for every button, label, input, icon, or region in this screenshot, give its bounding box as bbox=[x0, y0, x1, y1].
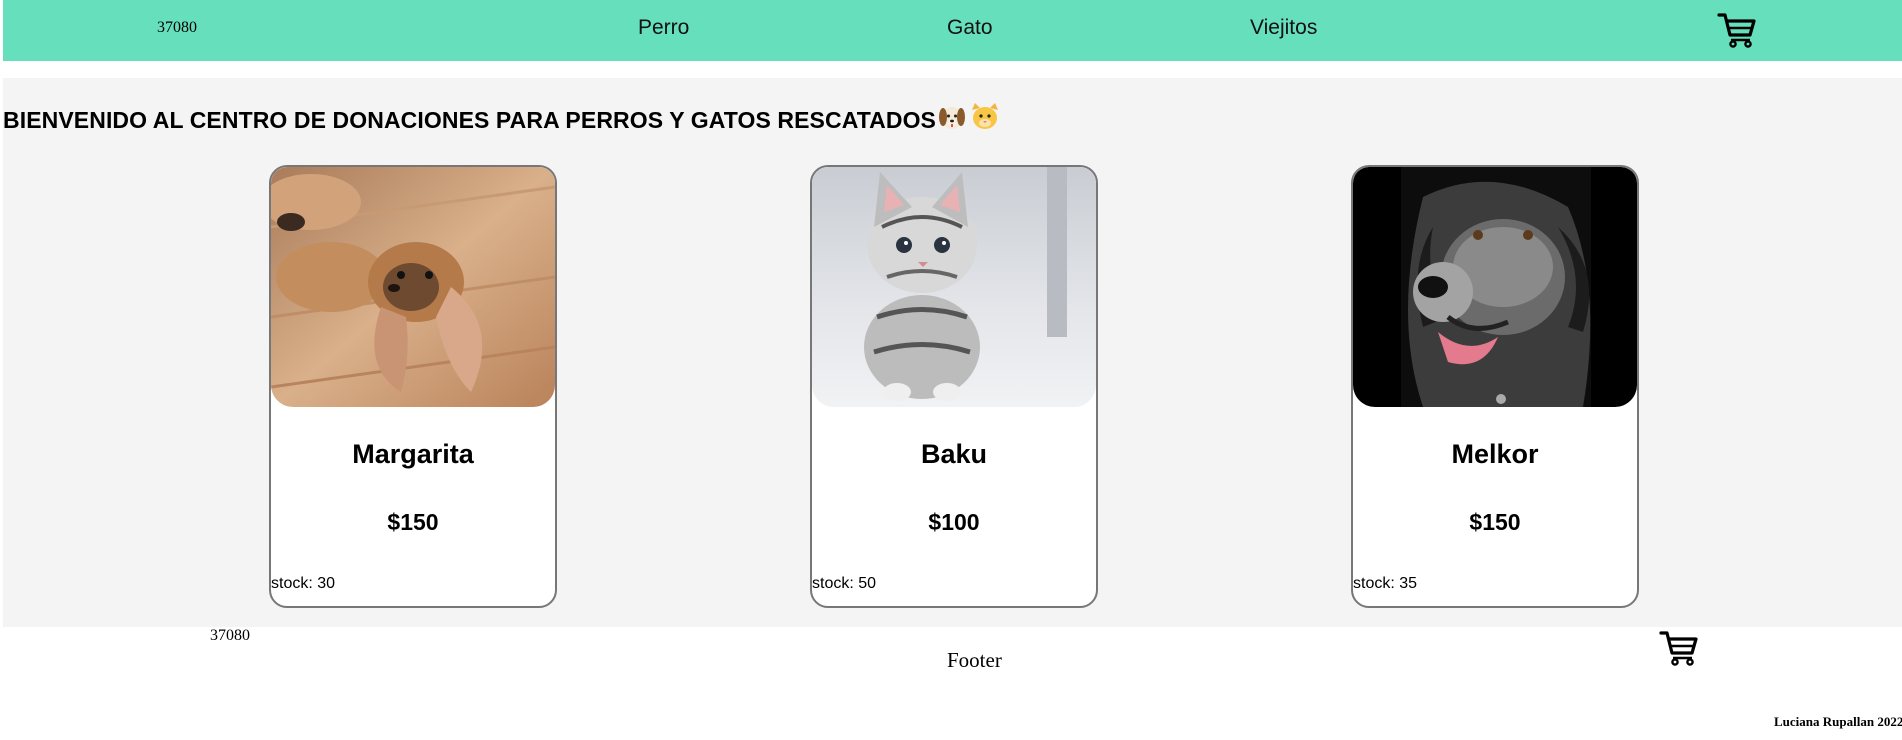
footer-logo[interactable]: 37080 bbox=[210, 627, 250, 645]
shopping-cart-icon[interactable] bbox=[1717, 12, 1757, 53]
nav-link-gato[interactable]: Gato bbox=[947, 16, 993, 40]
navbar: 37080 Perro Gato Viejitos bbox=[3, 0, 1902, 61]
nav-link-perro[interactable]: Perro bbox=[638, 16, 689, 40]
dog-cat-emoji bbox=[939, 102, 999, 138]
product-price: $100 bbox=[928, 509, 980, 535]
footer-credit: Luciana Rupallan 2022 bbox=[1774, 714, 1902, 729]
welcome-text: BIENVENIDO AL CENTRO DE DONACIONES PARA … bbox=[3, 106, 937, 133]
kitten-photo-svg bbox=[812, 167, 1096, 407]
main-content: BIENVENIDO AL CENTRO DE DONACIONES PARA … bbox=[3, 78, 1902, 627]
product-card-margarita[interactable]: Margarita $150 stock: 30 bbox=[269, 165, 557, 608]
kitten-photo bbox=[812, 167, 1096, 407]
product-name: Baku bbox=[920, 439, 988, 469]
dog-cat-emoji-svg bbox=[939, 103, 999, 129]
product-price: $150 bbox=[1469, 509, 1521, 535]
old-dog-photo bbox=[1353, 167, 1637, 407]
product-stock: stock: 30 bbox=[271, 575, 336, 592]
product-price: $150 bbox=[387, 509, 439, 535]
nav-link-viejitos[interactable]: Viejitos bbox=[1250, 16, 1317, 40]
product-name: Margarita bbox=[352, 439, 474, 469]
product-card-baku[interactable]: Baku $100 stock: 50 bbox=[810, 165, 1098, 608]
footer-cart-icon[interactable] bbox=[1659, 630, 1699, 671]
header-logo[interactable]: 37080 bbox=[157, 19, 197, 37]
product-stock: stock: 35 bbox=[1353, 575, 1418, 592]
puppy-photo bbox=[271, 167, 555, 407]
puppy-photo-svg bbox=[271, 167, 555, 407]
product-card-melkor[interactable]: Melkor $150 stock: 35 bbox=[1351, 165, 1639, 608]
footer-title: Footer bbox=[947, 648, 1002, 672]
welcome-heading: BIENVENIDO AL CENTRO DE DONACIONES PARA … bbox=[3, 102, 999, 138]
old-dog-photo-svg bbox=[1353, 167, 1637, 407]
product-name: Melkor bbox=[1451, 439, 1539, 469]
product-stock: stock: 50 bbox=[812, 575, 877, 592]
